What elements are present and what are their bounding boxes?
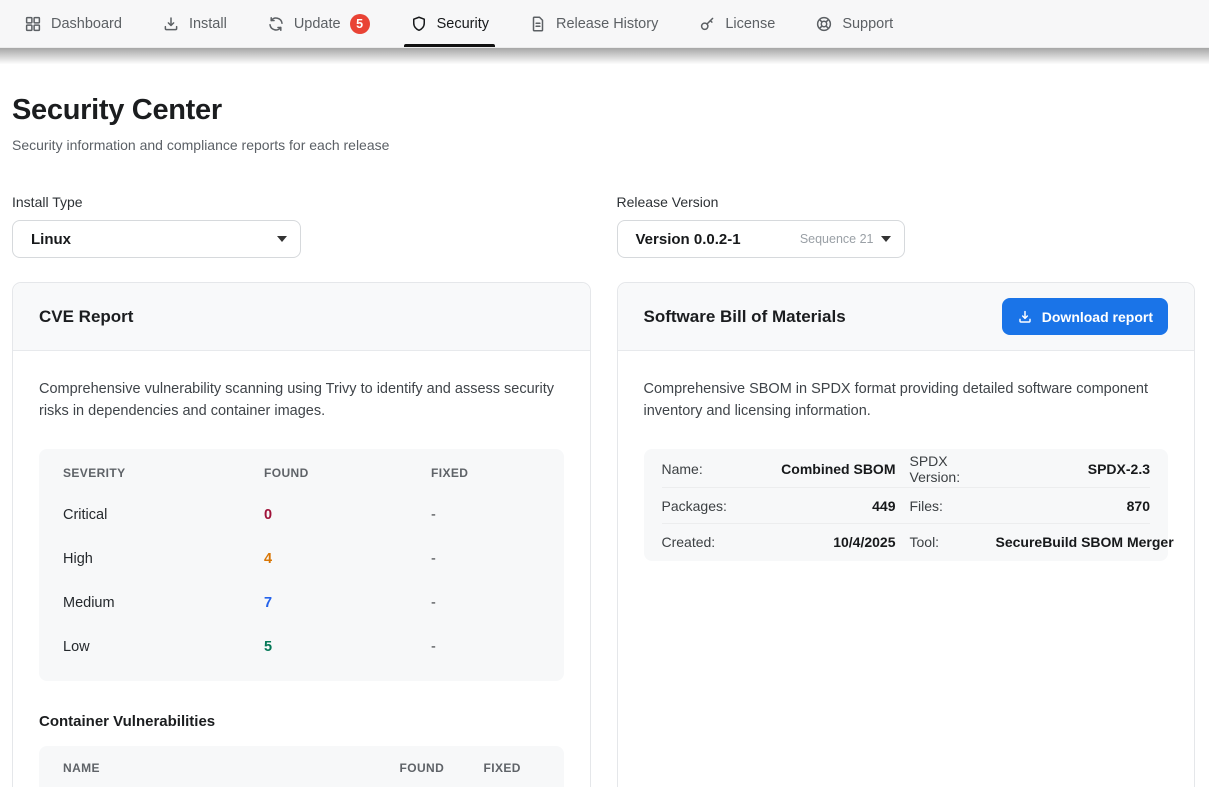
nav-item-release-history[interactable]: Release History bbox=[515, 0, 672, 47]
sbom-field-value: 870 bbox=[996, 498, 1151, 514]
nav-label: Release History bbox=[556, 16, 658, 32]
nav-label: License bbox=[725, 16, 775, 32]
cve-report-title: CVE Report bbox=[39, 307, 133, 327]
column-header-fixed: FIXED bbox=[484, 761, 540, 775]
update-count-badge: 5 bbox=[350, 14, 370, 34]
sbom-field-label: Name: bbox=[662, 461, 738, 477]
nav-item-license[interactable]: License bbox=[684, 0, 789, 47]
fixed-count: - bbox=[431, 507, 540, 523]
fixed-count: - bbox=[431, 595, 540, 611]
key-icon bbox=[698, 15, 716, 33]
column-header-severity: SEVERITY bbox=[63, 466, 264, 480]
download-icon bbox=[1017, 309, 1033, 325]
sbom-field-label: Created: bbox=[662, 534, 738, 550]
chevron-down-icon bbox=[881, 236, 891, 242]
nav-label: Support bbox=[842, 16, 893, 32]
sbom-field-label: SPDX Version: bbox=[896, 453, 996, 485]
column-header-fixed: FIXED bbox=[431, 466, 540, 480]
column-header-found: FOUND bbox=[400, 761, 484, 775]
release-version-value: Version 0.0.2-1 bbox=[636, 231, 741, 248]
report-cards: CVE Report Comprehensive vulnerability s… bbox=[12, 282, 1195, 787]
nav-label: Dashboard bbox=[51, 16, 122, 32]
cve-report-body: Comprehensive vulnerability scanning usi… bbox=[13, 351, 590, 787]
release-version-meta: Sequence 21 bbox=[800, 232, 891, 246]
sbom-title: Software Bill of Materials bbox=[644, 307, 846, 327]
sbom-body: Comprehensive SBOM in SPDX format provid… bbox=[618, 351, 1195, 561]
sbom-details-table: Name: Combined SBOM SPDX Version: SPDX-2… bbox=[644, 449, 1169, 561]
sbom-field-value: 10/4/2025 bbox=[738, 534, 896, 550]
sbom-field-value: SecureBuild SBOM Merger bbox=[996, 534, 1174, 550]
nav-item-update[interactable]: Update 5 bbox=[253, 0, 384, 47]
nav-label: Install bbox=[189, 16, 227, 32]
header-shadow-band bbox=[0, 48, 1209, 64]
cve-report-card: CVE Report Comprehensive vulnerability s… bbox=[12, 282, 591, 787]
shield-icon bbox=[410, 15, 428, 33]
page-subtitle: Security information and compliance repo… bbox=[12, 137, 1195, 153]
page-title: Security Center bbox=[12, 94, 1195, 127]
nav-label: Update bbox=[294, 16, 341, 32]
nav-item-install[interactable]: Install bbox=[148, 0, 241, 47]
download-report-label: Download report bbox=[1042, 309, 1153, 325]
sbom-field-value: SPDX-2.3 bbox=[996, 461, 1151, 477]
found-count: 5 bbox=[264, 639, 431, 655]
severity-table: SEVERITY FOUND FIXED Critical 0 - High 4… bbox=[39, 449, 564, 681]
sbom-field-label: Packages: bbox=[662, 498, 738, 514]
container-vulnerabilities-title: Container Vulnerabilities bbox=[39, 713, 564, 730]
severity-name: High bbox=[63, 551, 264, 567]
found-count: 7 bbox=[264, 595, 431, 611]
column-header-found: FOUND bbox=[264, 466, 431, 480]
download-report-button[interactable]: Download report bbox=[1002, 298, 1168, 335]
table-row-medium: Medium 7 - bbox=[39, 581, 564, 625]
container-vulnerabilities-header: NAME FOUND FIXED bbox=[39, 746, 564, 787]
nav-item-dashboard[interactable]: Dashboard bbox=[10, 0, 136, 47]
table-row-low: Low 5 - bbox=[39, 625, 564, 669]
found-count: 4 bbox=[264, 551, 431, 567]
nav-item-support[interactable]: Support bbox=[801, 0, 907, 47]
filters-row: Install Type Linux Release Version Versi… bbox=[12, 194, 1195, 258]
nav-label: Security bbox=[437, 16, 489, 32]
table-row: Created: 10/4/2025 Tool: SecureBuild SBO… bbox=[662, 523, 1151, 559]
found-count: 0 bbox=[264, 507, 431, 523]
sbom-field-value: 449 bbox=[738, 498, 896, 514]
fixed-count: - bbox=[431, 639, 540, 655]
cve-report-header: CVE Report bbox=[13, 283, 590, 351]
document-icon bbox=[529, 15, 547, 33]
sbom-header: Software Bill of Materials Download repo… bbox=[618, 283, 1195, 351]
install-type-value: Linux bbox=[31, 231, 71, 248]
column-header-name: NAME bbox=[63, 761, 400, 775]
cve-report-description: Comprehensive vulnerability scanning usi… bbox=[39, 379, 564, 422]
severity-name: Low bbox=[63, 639, 264, 655]
table-row: Name: Combined SBOM SPDX Version: SPDX-2… bbox=[662, 451, 1151, 487]
install-type-filter: Install Type Linux bbox=[12, 194, 591, 258]
main-content: Security Center Security information and… bbox=[0, 64, 1209, 787]
severity-name: Medium bbox=[63, 595, 264, 611]
table-row-high: High 4 - bbox=[39, 537, 564, 581]
table-row-critical: Critical 0 - bbox=[39, 493, 564, 537]
fixed-count: - bbox=[431, 551, 540, 567]
sbom-description: Comprehensive SBOM in SPDX format provid… bbox=[644, 379, 1169, 422]
life-buoy-icon bbox=[815, 15, 833, 33]
dashboard-grid-icon bbox=[24, 15, 42, 33]
sbom-field-label: Files: bbox=[896, 498, 996, 514]
top-navigation: Dashboard Install Update 5 Security Rele… bbox=[0, 0, 1209, 48]
sbom-field-label: Tool: bbox=[896, 534, 996, 550]
severity-table-header: SEVERITY FOUND FIXED bbox=[39, 453, 564, 493]
chevron-down-icon bbox=[277, 236, 287, 242]
install-type-select[interactable]: Linux bbox=[12, 220, 301, 258]
severity-name: Critical bbox=[63, 507, 264, 523]
release-version-filter: Release Version Version 0.0.2-1 Sequence… bbox=[617, 194, 1196, 258]
release-version-label: Release Version bbox=[617, 194, 1196, 210]
table-row: Packages: 449 Files: 870 bbox=[662, 487, 1151, 523]
nav-item-security[interactable]: Security bbox=[396, 0, 503, 47]
sequence-label: Sequence 21 bbox=[800, 232, 874, 246]
install-type-label: Install Type bbox=[12, 194, 591, 210]
sbom-card: Software Bill of Materials Download repo… bbox=[617, 282, 1196, 787]
sbom-field-value: Combined SBOM bbox=[738, 461, 896, 477]
release-version-select[interactable]: Version 0.0.2-1 Sequence 21 bbox=[617, 220, 905, 258]
download-icon bbox=[162, 15, 180, 33]
refresh-icon bbox=[267, 15, 285, 33]
